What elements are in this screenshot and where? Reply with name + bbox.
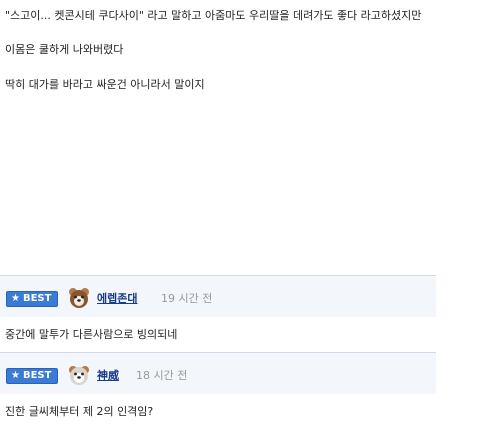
comment-header: ★ BEST 神威 18 시간 전: [0, 353, 436, 394]
best-badge-label: BEST: [22, 293, 52, 304]
nickname-link[interactable]: 에렙존대: [97, 291, 137, 307]
comment-list: ★ BEST 에렙존대 19 시간 전 중간에 말투가 다른사람으로 빙의되네 …: [0, 275, 436, 429]
post-text-line: 이몸은 쿨하게 나와버렸다: [5, 43, 124, 56]
comment-text: 중간에 말투가 다른사람으로 빙의되네: [0, 317, 436, 352]
comment-time: 19 시간 전: [161, 292, 213, 305]
comment-text: 진한 글씨체부터 제 2의 인격임?: [0, 394, 436, 429]
star-icon: ★: [11, 293, 20, 304]
comment-item: ★ BEST 에렙존대 19 시간 전 중간에 말투가 다른사람으로 빙의되네: [0, 275, 436, 352]
comment-item: ★ BEST 神威 18 시간 전 진한 글씨체부터 제 2의 인격임?: [0, 352, 436, 429]
comment-text-content: 중간에 말투가 다른사람으로 빙의되네: [5, 328, 178, 341]
comment-text-content: 진한 글씨체부터 제 2의 인격임?: [5, 405, 154, 418]
post-text-line: 딱히 대가를 바라고 싸운건 아니라서 말이지: [5, 78, 205, 91]
star-icon: ★: [11, 370, 20, 381]
best-badge: ★ BEST: [6, 291, 59, 307]
comment-header: ★ BEST 에렙존대 19 시간 전: [0, 276, 436, 317]
best-badge-label: BEST: [22, 370, 52, 381]
avatar[interactable]: [67, 286, 91, 310]
best-badge: ★ BEST: [6, 368, 59, 384]
avatar[interactable]: [67, 363, 91, 387]
nickname-link[interactable]: 神威: [97, 368, 119, 384]
comment-time: 18 시간 전: [136, 369, 188, 382]
post-text-line: "스고이... 켓콘시테 쿠다사이" 라고 말하고 아줌마도 우리딸을 데려가도…: [5, 9, 422, 22]
